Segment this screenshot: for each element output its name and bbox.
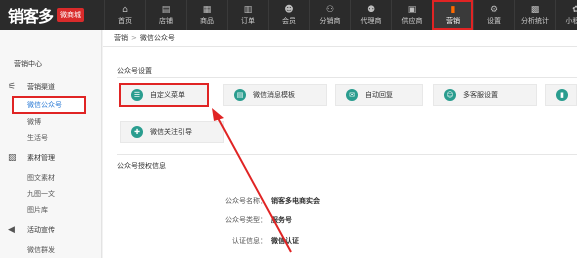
annotation-arrow xyxy=(212,108,292,253)
app-window: 销客多 微商城 ⌂ 首页 ▤ 店铺 ▦ 商品 ▥ 订单 ☻ 会员 ⚇ 分销商 ⚉… xyxy=(0,0,577,258)
